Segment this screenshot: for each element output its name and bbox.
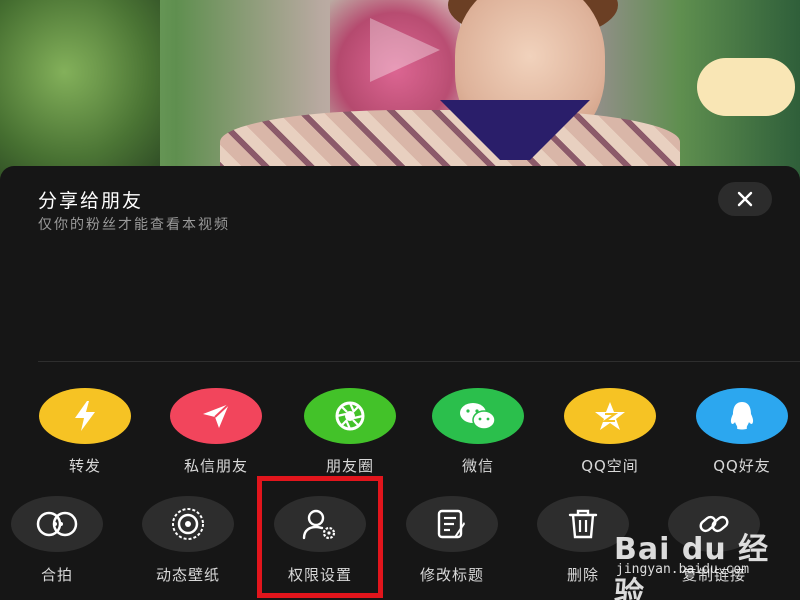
edit-icon (406, 496, 498, 552)
share-moments-label: 朋友圈 (325, 457, 374, 475)
play-icon[interactable] (348, 14, 448, 86)
sheet-subtitle: 仅你的粉丝才能查看本视频 (38, 217, 230, 233)
aperture-icon (304, 388, 396, 444)
action-duet[interactable]: 合拍 (0, 496, 117, 585)
action-edit-title[interactable]: 修改标题 (392, 496, 512, 585)
qzone-star-icon (564, 388, 656, 444)
wechat-icon (432, 388, 524, 444)
share-private-message-label: 私信朋友 (183, 457, 248, 475)
action-live-wallpaper[interactable]: 动态壁纸 (128, 496, 248, 585)
foliage-background (0, 0, 160, 180)
share-qq-friend[interactable]: QQ好友 (682, 388, 800, 476)
share-qzone[interactable]: QQ空间 (550, 388, 670, 476)
lightning-icon (39, 388, 131, 444)
share-forward[interactable]: 转发 (25, 388, 145, 476)
share-qzone-label: QQ空间 (581, 457, 639, 475)
close-icon (737, 191, 753, 207)
sheet-title: 分享给朋友 (38, 190, 144, 212)
share-moments[interactable]: 朋友圈 (290, 388, 410, 476)
action-live-wallpaper-label: 动态壁纸 (155, 566, 220, 584)
share-wechat-label: 微信 (461, 457, 494, 475)
qq-penguin-icon (696, 388, 788, 444)
share-private-message[interactable]: 私信朋友 (156, 388, 276, 476)
highlight-box (257, 476, 383, 598)
share-wechat[interactable]: 微信 (418, 388, 538, 476)
share-qq-friend-label: QQ好友 (713, 457, 771, 475)
action-duet-label: 合拍 (40, 566, 73, 584)
avatar[interactable] (697, 58, 795, 116)
baidu-jingyan-watermark: Bai du 经验 jingyan.baidu.com (612, 520, 800, 600)
send-icon (170, 388, 262, 444)
action-edit-title-label: 修改标题 (419, 566, 484, 584)
close-button[interactable] (718, 182, 772, 216)
divider (38, 361, 800, 362)
share-forward-label: 转发 (68, 457, 101, 475)
wallpaper-icon (142, 496, 234, 552)
duet-icon (11, 496, 103, 552)
watermark-sub: jingyan.baidu.com (616, 562, 750, 577)
